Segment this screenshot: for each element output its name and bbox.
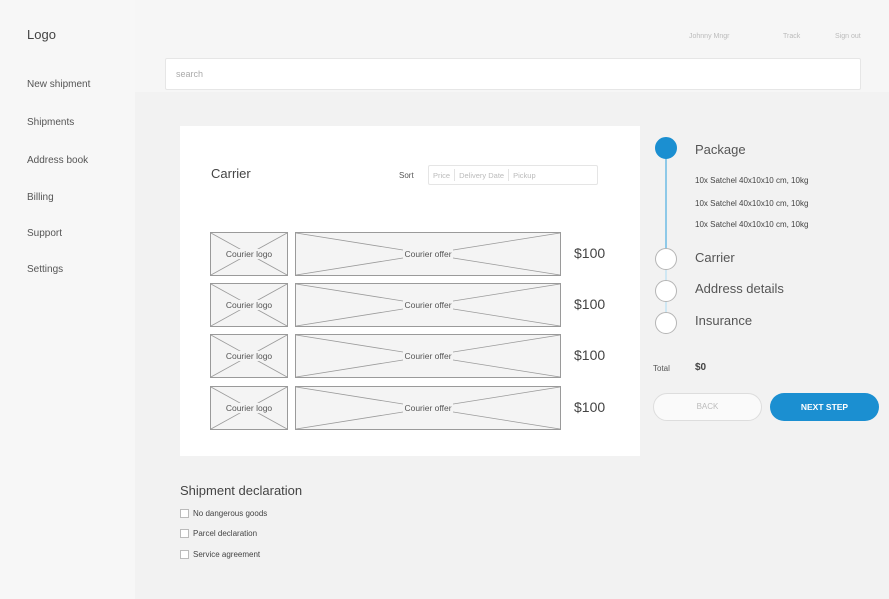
courier-logo-label: Courier logo (224, 249, 274, 259)
courier-offer-placeholder: Courier offer (295, 232, 561, 276)
courier-logo-label: Courier logo (224, 300, 274, 310)
declaration-item[interactable]: Parcel declaration (180, 527, 257, 539)
courier-offer-row[interactable]: Courier logo Courier offer $100 (210, 386, 620, 430)
courier-logo-placeholder: Courier logo (210, 386, 288, 430)
carrier-card: Carrier Sort Price Delivery Date Pickup … (180, 126, 640, 456)
courier-logo-placeholder: Courier logo (210, 334, 288, 378)
declaration-item[interactable]: No dangerous goods (180, 507, 267, 519)
sidebar-item-billing[interactable]: Billing (27, 192, 54, 203)
checkbox-label: Parcel declaration (193, 528, 258, 538)
user-menu-link[interactable]: Johnny Mngr (689, 33, 729, 40)
shipment-declaration-title: Shipment declaration (180, 483, 303, 498)
carrier-title: Carrier (211, 166, 251, 181)
sidebar-item-shipments[interactable]: Shipments (27, 117, 74, 128)
no-dangerous-goods-checkbox[interactable] (180, 508, 189, 518)
step-indicator-insurance[interactable] (655, 312, 677, 334)
track-link[interactable]: Track (783, 33, 800, 40)
search-input[interactable] (165, 58, 861, 90)
sidebar-item-new-shipment[interactable]: New shipment (27, 79, 90, 90)
sort-options: Price Delivery Date Pickup (428, 165, 598, 185)
offer-price: $100 (574, 296, 606, 312)
top-bar: Johnny Mngr Track Sign out (135, 0, 889, 92)
declaration-item[interactable]: Service agreement (180, 548, 260, 560)
courier-logo-label: Courier logo (224, 351, 274, 361)
sort-option-pickup[interactable]: Pickup (509, 171, 540, 180)
sort-option-delivery-date[interactable]: Delivery Date (455, 171, 508, 180)
step-progress-line (665, 156, 667, 257)
courier-offer-label: Courier offer (403, 300, 453, 310)
next-step-button[interactable]: NEXT STEP (770, 393, 879, 421)
sort-label: Sort (399, 171, 414, 180)
sidebar-item-support[interactable]: Support (27, 228, 62, 239)
courier-offer-placeholder: Courier offer (295, 386, 561, 430)
package-line: 10x Satchel 40x10x10 cm, 10kg (695, 176, 809, 185)
courier-offer-row[interactable]: Courier logo Courier offer $100 (210, 283, 620, 327)
courier-offer-placeholder: Courier offer (295, 334, 561, 378)
sidebar-item-address-book[interactable]: Address book (27, 155, 88, 166)
step-indicator-address-details[interactable] (655, 280, 677, 302)
offer-price: $100 (574, 245, 606, 261)
back-button[interactable]: BACK (653, 393, 762, 421)
step-address-details-label[interactable]: Address details (695, 281, 784, 296)
courier-offer-label: Courier offer (403, 249, 453, 259)
sort-option-price[interactable]: Price (429, 171, 454, 180)
courier-offer-row[interactable]: Courier logo Courier offer $100 (210, 334, 620, 378)
total-label: Total (653, 364, 670, 373)
courier-logo-placeholder: Courier logo (210, 283, 288, 327)
courier-offer-placeholder: Courier offer (295, 283, 561, 327)
sidebar: Logo New shipment Shipments Address book… (0, 0, 135, 599)
step-indicator-carrier[interactable] (655, 248, 677, 270)
courier-offer-row[interactable]: Courier logo Courier offer $100 (210, 232, 620, 276)
offer-price: $100 (574, 347, 606, 363)
package-line: 10x Satchel 40x10x10 cm, 10kg (695, 199, 809, 208)
offer-price: $100 (574, 399, 606, 415)
package-line: 10x Satchel 40x10x10 cm, 10kg (695, 220, 809, 229)
service-agreement-checkbox[interactable] (180, 549, 189, 559)
step-indicator-package[interactable] (655, 137, 677, 159)
parcel-declaration-checkbox[interactable] (180, 528, 189, 538)
checkbox-label: Service agreement (193, 549, 261, 559)
courier-logo-label: Courier logo (224, 403, 274, 413)
total-value: $0 (695, 362, 707, 373)
courier-logo-placeholder: Courier logo (210, 232, 288, 276)
courier-offer-label: Courier offer (403, 403, 453, 413)
logo[interactable]: Logo (27, 27, 56, 42)
step-insurance-label[interactable]: Insurance (695, 313, 752, 328)
sign-out-link[interactable]: Sign out (835, 33, 861, 40)
checkbox-label: No dangerous goods (193, 508, 268, 518)
step-carrier-label[interactable]: Carrier (695, 250, 735, 265)
courier-offer-label: Courier offer (403, 351, 453, 361)
sidebar-item-settings[interactable]: Settings (27, 264, 63, 275)
step-package-label[interactable]: Package (695, 142, 746, 157)
